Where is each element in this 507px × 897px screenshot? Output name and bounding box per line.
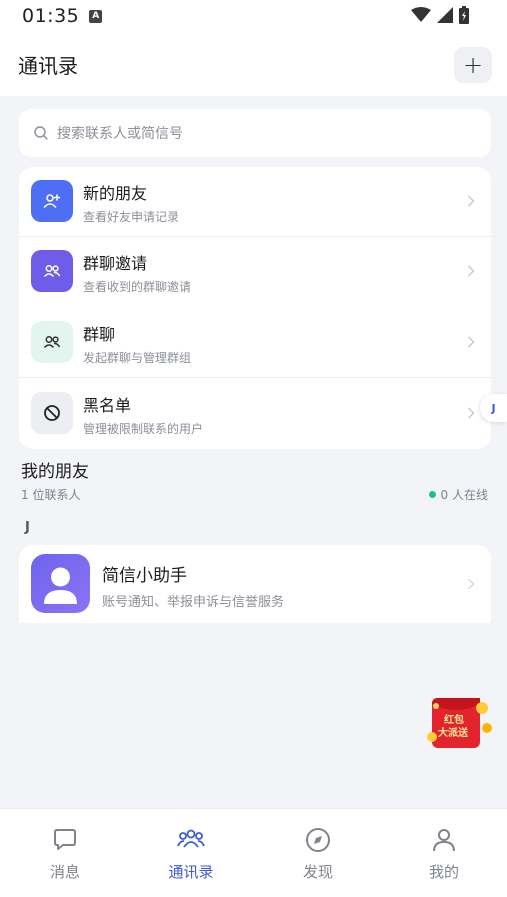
search-input[interactable]: 搜索联系人或简信号 — [19, 109, 491, 157]
chevron-right-icon — [468, 265, 475, 277]
battery-icon — [459, 6, 469, 24]
status-time: 01:35 — [22, 5, 80, 27]
tab-contacts[interactable]: 通讯录 — [151, 825, 231, 882]
bottom-tab-bar: 消息 通讯录 发现 我的 — [0, 808, 507, 897]
tab-discover[interactable]: 发现 — [278, 825, 358, 882]
group-invite-icon — [31, 250, 73, 292]
menu-item-new-friends[interactable]: 新的朋友 查看好友申请记录 — [19, 167, 491, 237]
menu-item-groups[interactable]: 群聊 发起群聊与管理群组 — [19, 308, 491, 378]
divider — [19, 377, 491, 378]
menu-item-subtitle: 管理被限制联系的用户 — [83, 422, 204, 436]
menu-item-title: 新的朋友 — [83, 184, 148, 203]
tab-label: 通讯录 — [168, 863, 214, 881]
search-icon — [34, 126, 48, 140]
add-button[interactable]: + — [454, 47, 492, 83]
contact-description: 账号通知、举报申诉与信誉服务 — [102, 595, 285, 610]
tab-messages[interactable]: 消息 — [25, 825, 105, 882]
block-icon — [31, 392, 73, 434]
tab-label: 我的 — [428, 863, 459, 881]
friends-count: 1 位联系人 — [21, 488, 81, 502]
menu-item-group-invites[interactable]: 群聊邀请 查看收到的群聊邀请 — [19, 237, 491, 307]
menu-item-title: 群聊邀请 — [83, 254, 148, 273]
menu-item-subtitle: 查看收到的群聊邀请 — [83, 280, 192, 294]
page-title: 通讯录 — [18, 54, 78, 78]
chevron-right-icon — [468, 578, 475, 590]
chevron-right-icon — [468, 336, 475, 348]
user-avatar-icon — [44, 567, 77, 604]
friends-title: 我的朋友 — [21, 462, 89, 482]
chevron-right-icon — [468, 407, 475, 419]
header: 通讯录 + — [0, 32, 507, 96]
tab-label: 消息 — [49, 863, 80, 881]
signal-icon — [437, 7, 453, 23]
online-dot-icon — [428, 491, 436, 498]
status-bar: 01:35 A — [0, 0, 507, 32]
red-packet-promo[interactable]: 红包 大派送 — [424, 694, 494, 752]
menu-item-title: 黑名单 — [83, 396, 132, 415]
contact-row[interactable]: 简信小助手 账号通知、举报申诉与信誉服务 — [19, 545, 491, 623]
group-icon — [31, 321, 73, 363]
menu-item-subtitle: 发起群聊与管理群组 — [83, 351, 192, 365]
index-letter-j[interactable]: J — [480, 394, 507, 422]
search-placeholder: 搜索联系人或简信号 — [57, 126, 183, 142]
chevron-right-icon — [468, 195, 475, 207]
wifi-icon — [411, 7, 431, 22]
add-user-icon — [31, 180, 73, 222]
contact-name: 简信小助手 — [102, 566, 187, 586]
accessibility-icon: A — [89, 9, 103, 23]
status-indicators — [411, 6, 469, 24]
tab-label: 发现 — [302, 863, 333, 881]
promo-line-2: 大派送 — [438, 728, 468, 739]
contact-menu: 新的朋友 查看好友申请记录 群聊邀请 查看收到的群聊邀请 群聊 发起群聊与管理群… — [19, 167, 491, 449]
online-count: 0 人在线 — [440, 488, 488, 502]
compass-icon — [306, 828, 330, 852]
message-icon — [54, 829, 76, 850]
section-letter: J — [25, 520, 30, 535]
menu-item-title: 群聊 — [83, 325, 116, 344]
avatar — [31, 554, 90, 613]
menu-item-subtitle: 查看好友申请记录 — [83, 210, 180, 224]
profile-icon — [433, 829, 455, 852]
menu-item-blacklist[interactable]: 黑名单 管理被限制联系的用户 — [19, 379, 491, 449]
contacts-icon — [177, 829, 205, 848]
online-status: 0 人在线 — [428, 486, 488, 503]
tab-me[interactable]: 我的 — [404, 825, 484, 882]
